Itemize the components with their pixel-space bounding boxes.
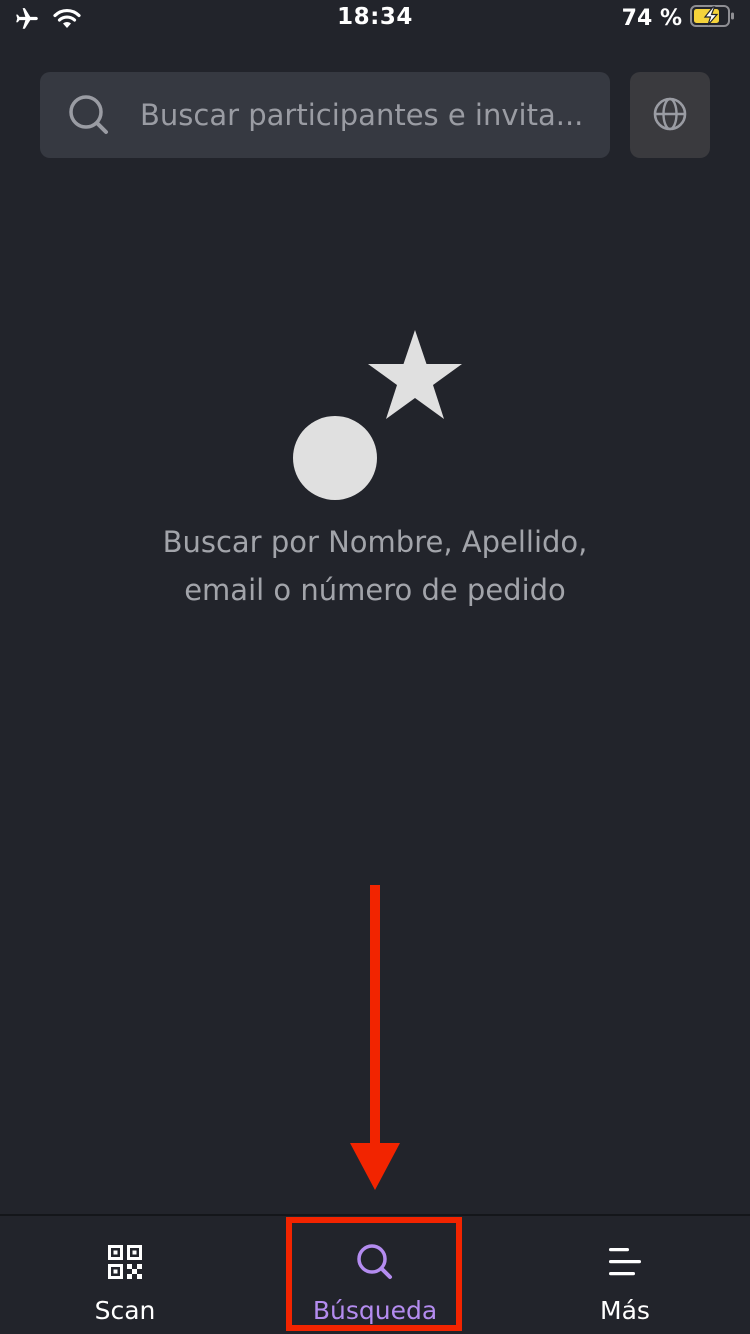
tab-bar: Scan Búsqueda Más [0, 1214, 750, 1334]
tab-search[interactable]: Búsqueda [250, 1216, 500, 1334]
globe-button[interactable] [630, 72, 710, 158]
circle-shape [293, 416, 377, 500]
status-bar: 18:34 74 % [0, 0, 750, 40]
status-right: 74 % [622, 4, 736, 32]
qr-code-icon [105, 1242, 145, 1282]
search-screen: 18:34 74 % Buscar participantes e invita… [0, 0, 750, 1334]
annotation-arrow [345, 885, 405, 1195]
shapes-illustration [280, 320, 480, 510]
search-icon [355, 1242, 395, 1282]
menu-lines-icon [605, 1242, 645, 1282]
tab-label-search: Búsqueda [312, 1296, 438, 1325]
empty-state-line-2: email o número de pedido [184, 573, 566, 607]
tab-more[interactable]: Más [500, 1216, 750, 1334]
search-bar [40, 72, 610, 158]
empty-state-message: Buscar por Nombre, Apellido, email o núm… [75, 518, 675, 614]
tab-scan[interactable]: Scan [0, 1216, 250, 1334]
search-icon [66, 92, 112, 138]
tab-label-scan: Scan [94, 1296, 156, 1325]
battery-percent: 74 % [621, 5, 682, 31]
empty-state-line-1: Buscar por Nombre, Apellido, [162, 525, 588, 559]
tab-label-more: Más [600, 1296, 650, 1325]
globe-icon [652, 96, 688, 135]
star-shape [368, 330, 462, 419]
search-input[interactable] [140, 98, 588, 132]
battery-charging-icon [690, 4, 736, 32]
